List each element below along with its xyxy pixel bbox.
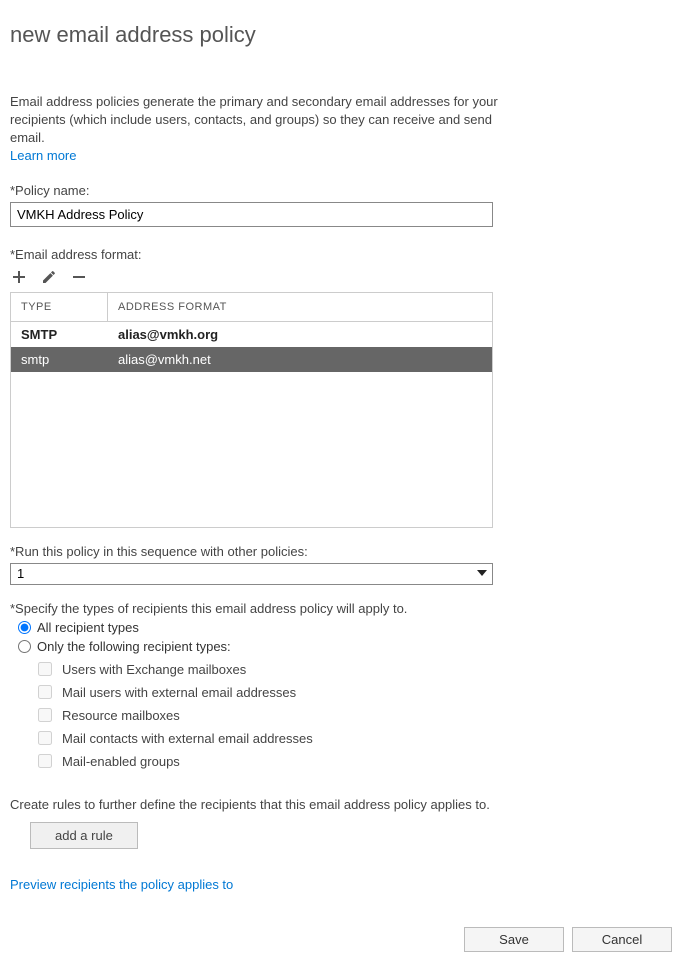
- table-row[interactable]: smtp alias@vmkh.net: [11, 347, 492, 372]
- row-format: alias@vmkh.net: [108, 347, 492, 372]
- checkbox-exchange-mailboxes[interactable]: [38, 662, 52, 676]
- table-row[interactable]: SMTP alias@vmkh.org: [11, 322, 492, 347]
- checkbox-label: Mail-enabled groups: [62, 754, 180, 769]
- email-format-table: TYPE ADDRESS FORMAT SMTP alias@vmkh.org …: [10, 292, 493, 528]
- checkbox-mail-enabled-groups[interactable]: [38, 754, 52, 768]
- radio-all-label: All recipient types: [37, 620, 139, 635]
- radio-all-recipients[interactable]: [18, 621, 31, 634]
- edit-icon[interactable]: [40, 268, 58, 286]
- preview-recipients-link[interactable]: Preview recipients the policy applies to: [10, 877, 684, 892]
- intro-description: Email address policies generate the prim…: [10, 93, 500, 148]
- header-format: ADDRESS FORMAT: [108, 293, 492, 321]
- checkbox-label: Mail users with external email addresses: [62, 685, 296, 700]
- recipients-label: *Specify the types of recipients this em…: [10, 601, 684, 616]
- learn-more-link[interactable]: Learn more: [10, 148, 684, 163]
- checkbox-mail-contacts[interactable]: [38, 731, 52, 745]
- remove-icon[interactable]: [70, 268, 88, 286]
- checkbox-label: Resource mailboxes: [62, 708, 180, 723]
- checkbox-label: Mail contacts with external email addres…: [62, 731, 313, 746]
- table-body: SMTP alias@vmkh.org smtp alias@vmkh.net: [11, 322, 492, 527]
- policy-name-input[interactable]: [10, 202, 493, 227]
- checkbox-label: Users with Exchange mailboxes: [62, 662, 246, 677]
- cancel-button[interactable]: Cancel: [572, 927, 672, 952]
- page-title: new email address policy: [10, 22, 684, 48]
- row-type: SMTP: [11, 322, 108, 347]
- add-rule-button[interactable]: add a rule: [30, 822, 138, 849]
- checkbox-resource-mailboxes[interactable]: [38, 708, 52, 722]
- sequence-select[interactable]: 1: [10, 563, 493, 585]
- table-header-row: TYPE ADDRESS FORMAT: [11, 293, 492, 322]
- checkbox-mail-users[interactable]: [38, 685, 52, 699]
- add-icon[interactable]: [10, 268, 28, 286]
- policy-name-label: *Policy name:: [10, 183, 684, 198]
- sequence-label: *Run this policy in this sequence with o…: [10, 544, 684, 559]
- radio-only-label: Only the following recipient types:: [37, 639, 231, 654]
- radio-only-recipients[interactable]: [18, 640, 31, 653]
- format-toolbar: [10, 268, 684, 286]
- save-button[interactable]: Save: [464, 927, 564, 952]
- row-format: alias@vmkh.org: [108, 322, 492, 347]
- email-format-label: *Email address format:: [10, 247, 684, 262]
- row-type: smtp: [11, 347, 108, 372]
- header-type: TYPE: [11, 293, 108, 321]
- rules-label: Create rules to further define the recip…: [10, 797, 684, 812]
